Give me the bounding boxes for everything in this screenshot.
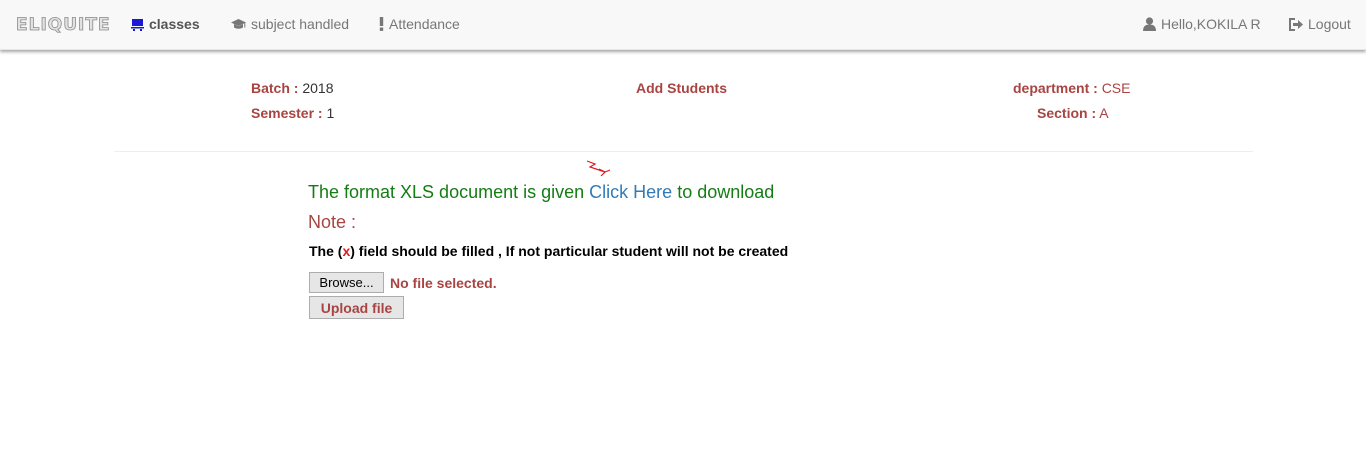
logout-icon [1289, 17, 1303, 31]
department-info: department : CSE [1013, 80, 1130, 96]
file-status: No file selected. [390, 275, 497, 291]
nav-attendance[interactable]: Attendance [379, 16, 460, 32]
nav-classes[interactable]: classes [131, 16, 200, 32]
department-label: department : [1013, 80, 1098, 96]
section-info: Section : A [1037, 105, 1109, 121]
batch-label: Batch : [251, 80, 299, 96]
exclamation-icon [379, 17, 384, 31]
logout-link[interactable]: Logout [1289, 16, 1351, 32]
download-template-link[interactable]: Click Here [589, 182, 672, 202]
nav-classes-label: classes [149, 16, 200, 32]
batch-info: Batch : 2018 [251, 80, 334, 96]
fill-instruction: The (x) field should be filled , If not … [309, 243, 788, 259]
semester-info: Semester : 1 [251, 105, 334, 121]
classes-icon [131, 18, 144, 31]
instruction-pre: The ( [309, 243, 343, 259]
nav-subject-handled[interactable]: subject handled [231, 16, 349, 32]
department-value: CSE [1101, 80, 1131, 96]
graduation-cap-icon [231, 18, 246, 30]
semester-value: 1 [326, 105, 335, 121]
browse-button[interactable]: Browse... [309, 272, 384, 293]
hand-drawn-arrow-icon [586, 160, 611, 177]
upload-file-button[interactable]: Upload file [309, 296, 404, 319]
to-download-text: to download [677, 182, 775, 202]
user-icon [1143, 17, 1156, 31]
brand-logo[interactable]: ELIQUITE [16, 15, 111, 36]
note-heading: Note : [308, 212, 357, 232]
semester-label: Semester : [251, 105, 323, 121]
format-instruction: The format XLS document is given Click H… [308, 182, 774, 203]
nav-subject-handled-label: subject handled [251, 16, 350, 32]
logout-label: Logout [1308, 16, 1351, 32]
batch-value: 2018 [302, 80, 334, 96]
page-title: Add Students [636, 80, 727, 96]
user-greeting[interactable]: Hello,KOKILA R [1143, 16, 1261, 32]
nav-attendance-label: Attendance [389, 16, 460, 32]
top-navbar: ELIQUITE classes subject handled Attenda… [0, 0, 1366, 50]
format-text: The format XLS document is given [308, 182, 585, 202]
section-divider [114, 151, 1253, 152]
instruction-post: ) field should be filled , If not partic… [350, 243, 789, 259]
section-label: Section : [1037, 105, 1097, 121]
user-greeting-label: Hello,KOKILA R [1161, 16, 1261, 32]
section-value: A [1099, 105, 1109, 121]
